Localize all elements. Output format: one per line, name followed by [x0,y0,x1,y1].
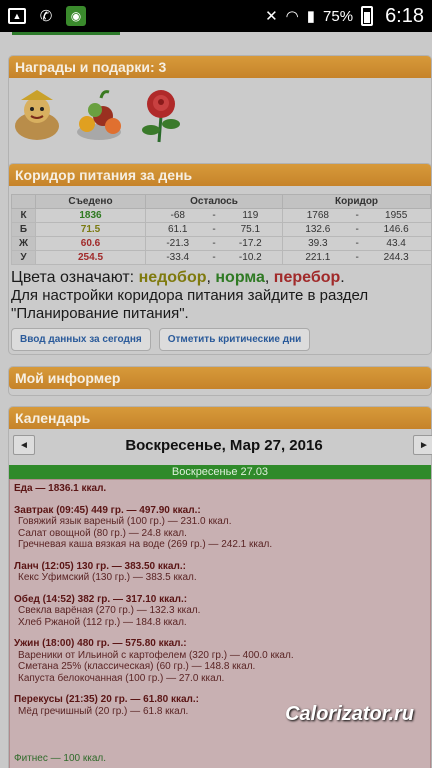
dash: - [352,236,362,251]
meal-item: Говяжий язык вареный (100 гр.) — 231.0 к… [18,516,232,527]
eaten-value: 1836 [35,208,146,223]
col-corridor: Коридор [282,194,431,209]
meal-item: Свекла варёная (270 гр.) — 132.3 ккал. [18,605,201,616]
eaten-value: 254.5 [35,250,146,265]
clock: 6:18 [385,4,424,27]
next-day-button[interactable]: ► [413,435,432,455]
prev-day-button[interactable]: ◄ [13,435,35,455]
legend-norm: норма [215,269,265,286]
left-max: -10.2 [218,250,283,265]
corridor-table: Съедено Осталось Коридор К 1836 -68 - 11… [11,194,431,265]
food-total: Еда — 1836.1 ккал. [14,483,107,494]
dash: - [352,250,362,265]
left-max: 119 [218,208,283,223]
dash: - [352,222,362,237]
enter-today-button[interactable]: Ввод данных за сегодня [11,328,151,351]
row-label: К [11,208,36,223]
signal-icon: ▮ [306,8,316,25]
meal-item: Гречневая каша вязкая на воде (269 гр.) … [18,539,273,550]
meal-item: Сметана 25% (классическая) (60 гр.) — 14… [18,661,256,672]
meal-title: Обед (14:52) 382 гр. — 317.10 ккал.: [14,593,188,605]
eaten-value: 71.5 [35,222,146,237]
meal-title: Ужин (18:00) 480 гр. — 575.80 ккал.: [14,638,187,649]
legend-end: . [340,269,345,286]
informer-title[interactable]: Мой информер [9,367,431,389]
dash: - [209,250,219,265]
corr-max: 244.3 [361,250,431,265]
legend-prefix: Цвета означают: [11,269,135,286]
gallery-icon: ▲ [8,8,26,24]
table-row: Б 71.5 61.1 - 75.1 132.6 - 146.6 [11,222,431,237]
left-max: -17.2 [218,236,283,251]
meal-item: Капуста белокочанная (100 гр.) — 27.0 кк… [18,672,225,684]
informer-panel[interactable]: Мой информер [8,366,432,396]
table-row: К 1836 -68 - 119 1768 - 1955 [11,208,431,223]
corr-max: 146.6 [361,222,431,237]
app-notification-icon: ◉ [66,6,86,26]
eaten-value: 60.6 [35,236,146,251]
corridor-note: Для настройки коридора питания зайдите в… [11,287,369,322]
color-legend: Цвета означают: недобор, норма, перебор. [11,269,429,287]
gift-rose-icon[interactable] [135,86,187,144]
phone-call-icon: ✆ [39,8,53,25]
left-min: -68 [145,208,210,223]
top-remnant-bar [12,32,120,35]
corner-cell [11,194,36,209]
meal-title: Ланч (12:05) 130 гр. — 383.50 ккал.: [14,560,186,572]
wifi-icon: ◠ [285,8,299,25]
corr-max: 1955 [361,208,431,223]
dash: - [209,222,219,237]
left-min: -33.4 [145,250,210,265]
awards-title: Награды и подарки: 3 [9,56,431,78]
row-label: Ж [11,236,36,251]
dash: - [209,236,219,251]
battery-percent: 75% [323,7,354,25]
dash: - [209,208,219,223]
gift-fruit-icon[interactable] [73,86,125,144]
table-row: У 254.5 -33.4 - -10.2 221.1 - 244.3 [11,250,431,265]
corridor-panel: Коридор питания за день Съедено Осталось… [8,163,432,355]
row-label: У [11,250,36,265]
corr-min: 1768 [282,208,353,223]
mark-critical-days-button[interactable]: Отметить критические дни [158,328,311,351]
table-row: Ж 60.6 -21.3 - -17.2 39.3 - 43.4 [11,236,431,251]
legend-sep: , [264,269,274,286]
row-label: Б [11,222,36,237]
status-bar: ▲ ✆ ◉ ✕ ◠ ▮ 75% 6:18 [0,0,432,32]
left-min: 61.1 [145,222,210,237]
corr-min: 221.1 [282,250,353,265]
page-content: Награды и подарки: 3 Коридор питания за … [0,32,432,768]
meal-item: Хлеб Ржаной (112 гр.) — 184.8 ккал. [18,616,187,628]
corr-min: 132.6 [282,222,353,237]
left-min: -21.3 [145,236,210,251]
legend-under: недобор [138,269,207,286]
battery-icon [361,6,374,26]
awards-panel: Награды и подарки: 3 [8,55,432,173]
calendar-date: Воскресенье, Мар 27, 2016 [125,436,323,454]
calendar-title: Календарь [9,407,431,429]
corr-min: 39.3 [282,236,353,251]
meal-item: Кекс Уфимский (130 гр.) — 383.5 ккал. [18,572,197,583]
meal-title: Завтрак (09:45) 449 гр. — 497.90 ккал.: [14,504,201,516]
corr-max: 43.4 [361,236,431,251]
meal-item: Вареники от Ильиной с картофелем (320 гр… [18,649,294,661]
day-header[interactable]: Воскресенье 27.03 [9,465,431,479]
fitness-total: Фитнес — 100 ккал. [14,752,107,764]
watermark-logo: Calorizator.ru [285,703,414,725]
left-max: 75.1 [218,222,283,237]
gift-scarecrow-icon[interactable] [11,86,63,144]
col-eaten: Съедено [35,194,146,209]
corridor-title: Коридор питания за день [9,164,431,186]
dash: - [352,208,362,223]
meal-item: Салат овощной (80 гр.) — 24.8 ккал. [18,527,187,539]
mute-icon: ✕ [265,8,278,25]
col-left: Осталось [144,194,284,209]
legend-over: перебор [273,269,341,286]
